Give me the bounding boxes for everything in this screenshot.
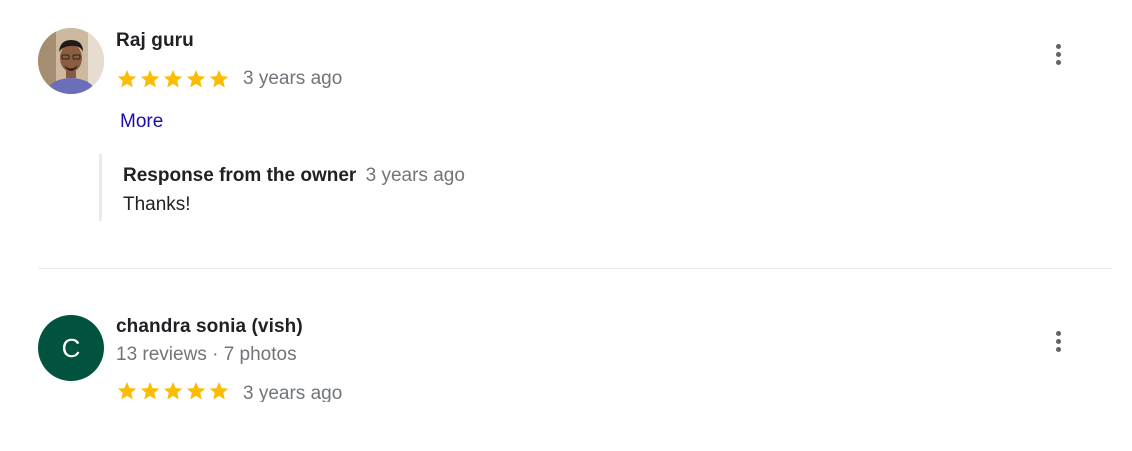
more-options-button[interactable] bbox=[1042, 325, 1074, 357]
owner-response-text: Thanks! bbox=[123, 194, 191, 215]
profile-photo bbox=[38, 28, 104, 94]
owner-response-header: Response from the owner 3 years ago bbox=[123, 165, 723, 187]
more-options-button[interactable] bbox=[1042, 38, 1074, 70]
review-date: 3 years ago bbox=[243, 383, 343, 402]
avatar[interactable]: C bbox=[38, 315, 104, 381]
star-icon bbox=[140, 382, 160, 400]
review-card: C chandra sonia (vish) 13 reviews · 7 ph… bbox=[0, 269, 1132, 451]
star-icon bbox=[186, 70, 206, 88]
star-icon bbox=[186, 382, 206, 400]
avatar[interactable] bbox=[38, 28, 104, 94]
rating-row: 3 years ago bbox=[116, 68, 342, 90]
star-icon bbox=[209, 70, 229, 88]
more-vertical-icon-dot bbox=[1055, 346, 1061, 352]
more-vertical-icon-dot bbox=[1055, 338, 1061, 344]
review-date: 3 years ago bbox=[243, 68, 343, 89]
owner-response: Response from the owner 3 years ago Than… bbox=[99, 154, 723, 221]
star-icon bbox=[163, 382, 183, 400]
owner-response-date: 3 years ago bbox=[365, 165, 465, 186]
reviewer-stats: 13 reviews · 7 photos bbox=[116, 344, 297, 365]
star-icon bbox=[117, 382, 137, 400]
reviewer-name[interactable]: Raj guru bbox=[116, 30, 194, 52]
reviewer-name[interactable]: chandra sonia (vish) bbox=[116, 316, 303, 338]
star-rating bbox=[116, 380, 230, 402]
more-vertical-icon bbox=[1055, 330, 1061, 336]
owner-response-label: Response from the owner bbox=[123, 165, 357, 186]
rating-row: 3 years ago bbox=[116, 380, 342, 402]
more-vertical-icon-dot bbox=[1055, 51, 1061, 57]
more-link[interactable]: More bbox=[120, 111, 163, 133]
more-vertical-icon bbox=[1055, 43, 1061, 49]
avatar-initial: C bbox=[61, 332, 81, 363]
star-icon bbox=[140, 70, 160, 88]
star-icon bbox=[209, 382, 229, 400]
review-card: Raj guru 3 years ago More Response from … bbox=[0, 0, 1132, 268]
more-vertical-icon-dot bbox=[1055, 59, 1061, 65]
star-icon bbox=[163, 70, 183, 88]
star-rating bbox=[116, 68, 230, 90]
star-icon bbox=[117, 70, 137, 88]
